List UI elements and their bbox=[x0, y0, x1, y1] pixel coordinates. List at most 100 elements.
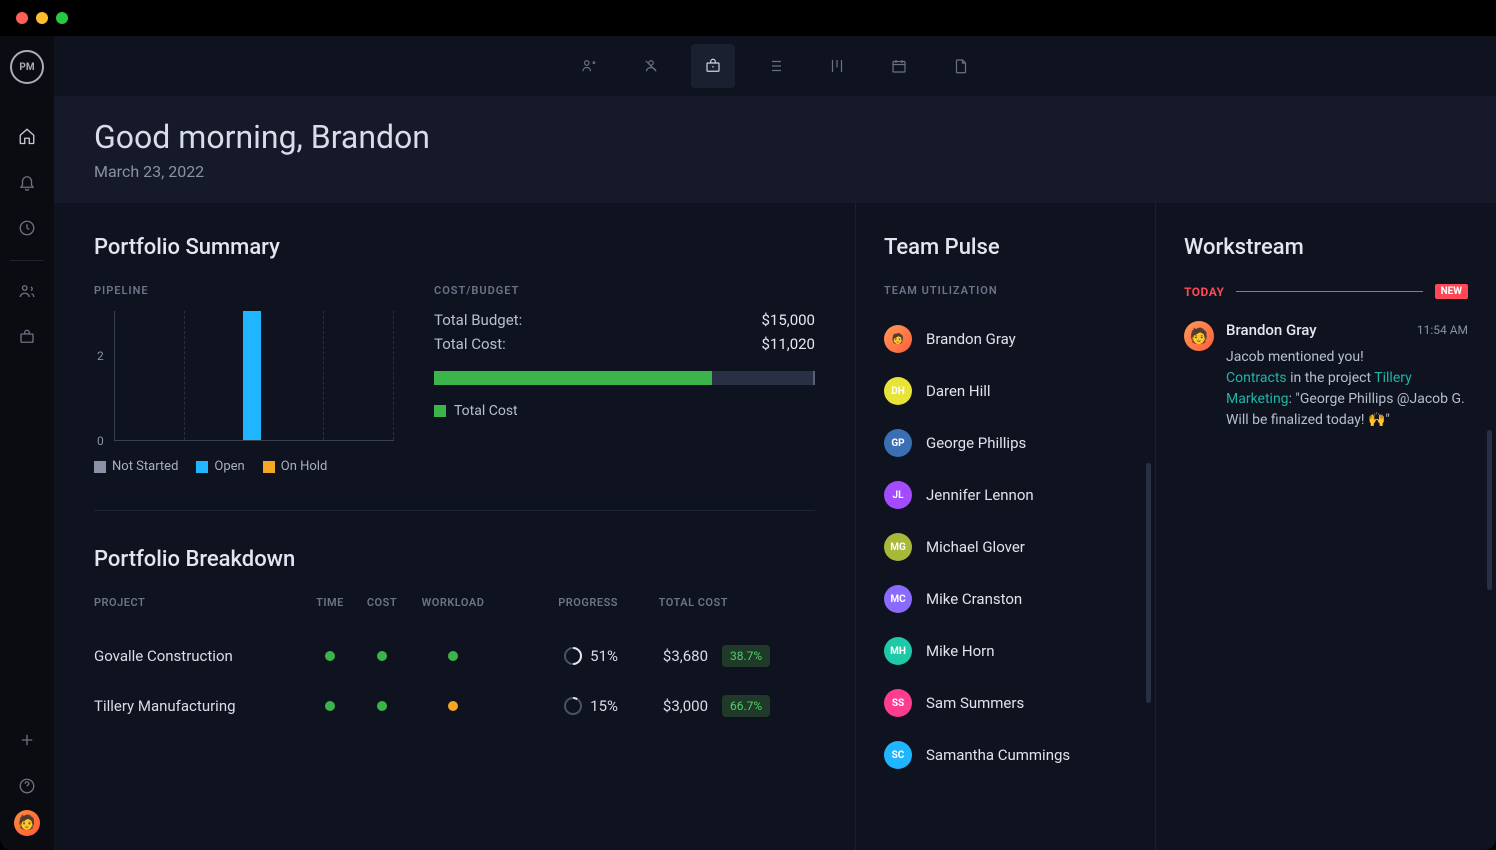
progress-ring-icon bbox=[564, 697, 582, 715]
total-cost-value: $11,020 bbox=[761, 335, 815, 353]
sidebar-divider bbox=[10, 260, 44, 261]
pct-badge: 38.7% bbox=[722, 645, 770, 667]
topnav-list-icon[interactable] bbox=[753, 44, 797, 88]
portfolio-summary-title: Portfolio Summary bbox=[94, 235, 815, 260]
team-member-name: Sam Summers bbox=[926, 694, 1024, 712]
workstream-new-badge: NEW bbox=[1435, 284, 1468, 299]
greeting-date: March 23, 2022 bbox=[94, 162, 1456, 181]
th-workload: WORKLOAD bbox=[408, 596, 498, 609]
team-member-name: Jennifer Lennon bbox=[926, 486, 1034, 504]
team-scrollbar[interactable] bbox=[1146, 463, 1151, 703]
window-minimize-button[interactable] bbox=[36, 12, 48, 24]
topnav-people-slash-icon[interactable] bbox=[629, 44, 673, 88]
divider bbox=[94, 510, 815, 511]
team-member[interactable]: JL Jennifer Lennon bbox=[884, 469, 1127, 521]
window-close-button[interactable] bbox=[16, 12, 28, 24]
team-member[interactable]: 🧑 Brandon Gray bbox=[884, 313, 1127, 365]
workstream-column: Workstream TODAY NEW Brandon Gray 11:54 … bbox=[1156, 203, 1496, 850]
cost-budget-label: COST/BUDGET bbox=[434, 284, 815, 297]
cell-totalcost: $3,000 bbox=[628, 697, 708, 715]
pipeline-chart: 2 0 bbox=[114, 311, 394, 441]
workstream-avatar-icon bbox=[1184, 321, 1214, 351]
topnav-file-icon[interactable] bbox=[939, 44, 983, 88]
nav-notifications-icon[interactable] bbox=[8, 160, 46, 204]
team-member-name: Brandon Gray bbox=[926, 330, 1016, 348]
dot-workload bbox=[448, 701, 458, 711]
legend-open: Open bbox=[214, 459, 244, 474]
pipeline-legend: Not Started Open On Hold bbox=[94, 459, 394, 474]
nav-help-icon[interactable] bbox=[8, 764, 46, 808]
pct-badge: 66.7% bbox=[722, 695, 770, 717]
workstream-line bbox=[1236, 291, 1422, 292]
team-member[interactable]: DH Daren Hill bbox=[884, 365, 1127, 417]
nav-work-icon[interactable] bbox=[8, 315, 46, 359]
workstream-item[interactable]: Brandon Gray 11:54 AM Jacob mentioned yo… bbox=[1184, 321, 1468, 431]
legend-on-hold: On Hold bbox=[281, 459, 328, 474]
team-avatar-icon: MG bbox=[884, 533, 912, 561]
cost-legend-label: Total Cost bbox=[454, 403, 518, 419]
y-tick-0: 0 bbox=[97, 434, 104, 448]
workstream-message: Jacob mentioned you! Contracts in the pr… bbox=[1226, 347, 1468, 431]
th-cost: COST bbox=[356, 596, 408, 609]
ws-line1: Jacob mentioned you! bbox=[1226, 347, 1468, 368]
dot-time bbox=[325, 651, 335, 661]
topnav-calendar-icon[interactable] bbox=[877, 44, 921, 88]
pipeline-bar-open bbox=[243, 311, 261, 440]
team-avatar-icon: SS bbox=[884, 689, 912, 717]
dot-workload bbox=[448, 651, 458, 661]
dot-time bbox=[325, 701, 335, 711]
team-member[interactable]: SS Sam Summers bbox=[884, 677, 1127, 729]
team-member[interactable]: MHMike Horn bbox=[884, 625, 1127, 677]
nav-home-icon[interactable] bbox=[8, 114, 46, 158]
team-pulse-column: Team Pulse TEAM UTILIZATION 🧑Brandon Gra… bbox=[856, 203, 1156, 850]
team-avatar-icon: GP bbox=[884, 429, 912, 457]
workstream-time: 11:54 AM bbox=[1417, 323, 1468, 337]
dot-cost bbox=[377, 651, 387, 661]
dot-cost bbox=[377, 701, 387, 711]
window-maximize-button[interactable] bbox=[56, 12, 68, 24]
window-titlebar bbox=[0, 0, 1496, 36]
team-member[interactable]: SC Samantha Cummings bbox=[884, 729, 1127, 781]
team-member-name: Samantha Cummings bbox=[926, 746, 1070, 764]
team-member[interactable]: MC Mike Cranston bbox=[884, 573, 1127, 625]
app-logo[interactable]: PM bbox=[10, 50, 44, 84]
cell-project: Govalle Construction bbox=[94, 647, 304, 665]
cell-totalcost: $3,680 bbox=[628, 647, 708, 665]
team-member-name: Daren Hill bbox=[926, 382, 991, 400]
team-avatar-icon: MH bbox=[884, 637, 912, 665]
team-member[interactable]: MGMichael Glover bbox=[884, 521, 1127, 573]
ws-link-contracts[interactable]: Contracts bbox=[1226, 370, 1287, 386]
th-progress: PROGRESS bbox=[498, 596, 618, 609]
team-avatar-icon: MC bbox=[884, 585, 912, 613]
topnav-briefcase-icon[interactable] bbox=[691, 44, 735, 88]
total-budget-label: Total Budget: bbox=[434, 311, 522, 329]
portfolio-column: Portfolio Summary PIPELINE 2 0 bbox=[54, 203, 856, 850]
progress-pct: 51% bbox=[590, 647, 618, 665]
nav-team-icon[interactable] bbox=[8, 269, 46, 313]
total-cost-label: Total Cost: bbox=[434, 335, 506, 353]
pipeline-label: PIPELINE bbox=[94, 284, 394, 297]
team-utilization-label: TEAM UTILIZATION bbox=[884, 284, 1127, 297]
progress-pct: 15% bbox=[590, 697, 618, 715]
team-avatar-icon: 🧑 bbox=[884, 325, 912, 353]
nav-time-icon[interactable] bbox=[8, 206, 46, 250]
team-member[interactable]: GPGeorge Phillips bbox=[884, 417, 1127, 469]
nav-add-icon[interactable] bbox=[8, 718, 46, 762]
greeting-title: Good morning, Brandon bbox=[94, 118, 1456, 156]
team-avatar-icon: DH bbox=[884, 377, 912, 405]
left-sidebar: PM bbox=[0, 36, 54, 850]
workstream-title: Workstream bbox=[1184, 235, 1468, 260]
th-project: PROJECT bbox=[94, 596, 304, 609]
team-member-name: Mike Cranston bbox=[926, 590, 1022, 608]
team-avatar-icon: JL bbox=[884, 481, 912, 509]
greeting-banner: Good morning, Brandon March 23, 2022 bbox=[54, 96, 1496, 203]
total-budget-value: $15,000 bbox=[761, 311, 815, 329]
team-avatar-icon: SC bbox=[884, 741, 912, 769]
cost-progress-bar bbox=[434, 371, 815, 385]
table-row[interactable]: Govalle Construction 51% $3,680 38.7% bbox=[94, 631, 815, 681]
user-avatar[interactable] bbox=[14, 810, 40, 836]
progress-ring-icon bbox=[564, 647, 582, 665]
table-row[interactable]: Tillery Manufacturing15%$3,00066.7% bbox=[94, 681, 815, 731]
topnav-people-icon[interactable] bbox=[567, 44, 611, 88]
topnav-board-icon[interactable] bbox=[815, 44, 859, 88]
